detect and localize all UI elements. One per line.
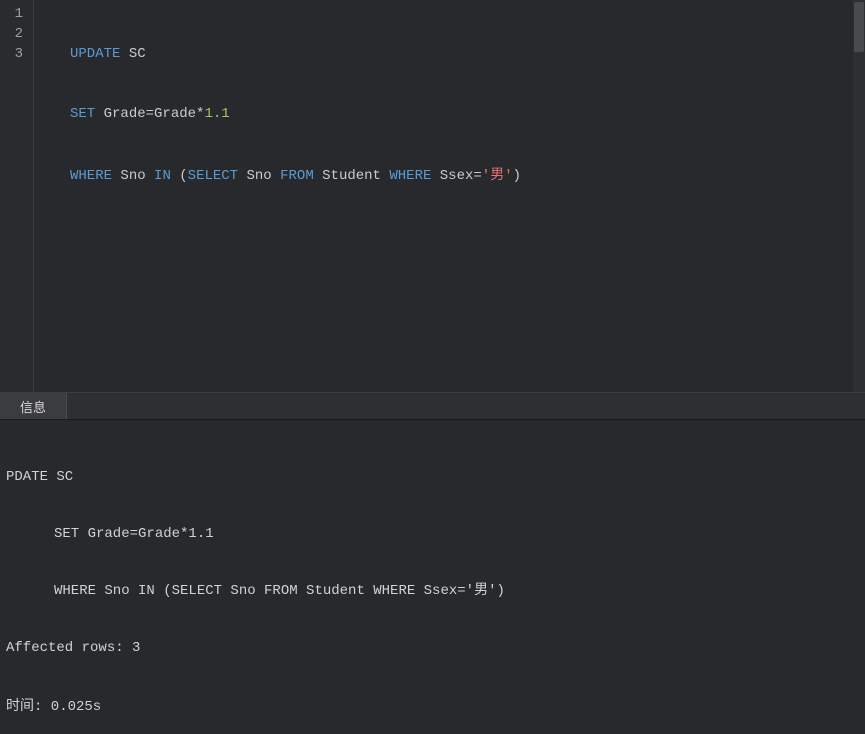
identifier: Sno (247, 168, 272, 184)
tab-messages[interactable]: 信息 (0, 393, 67, 419)
keyword-set: SET (70, 106, 95, 122)
line-number: 1 (0, 4, 23, 24)
output-time-label: 时间 (6, 697, 34, 713)
number-literal: 1.1 (204, 106, 229, 122)
tab-label: 信息 (20, 397, 46, 416)
paren-close: ) (513, 168, 521, 184)
string-quote: ' (482, 168, 490, 184)
identifier: SC (129, 46, 146, 62)
string-literal: 男 (490, 166, 504, 182)
output-messages-pane[interactable]: PDATE SC SET Grade=Grade*1.1 WHERE Sno I… (0, 420, 865, 562)
keyword-update: UPDATE (70, 46, 120, 62)
output-line: SET Grade=Grade*1.1 (6, 525, 859, 544)
line-number: 2 (0, 24, 23, 44)
expression: Ssex= (440, 168, 482, 184)
keyword-select: SELECT (188, 168, 238, 184)
output-line: PDATE SC (6, 468, 859, 487)
identifier: Student (322, 168, 381, 184)
line-number-gutter: 1 2 3 (0, 0, 34, 392)
code-editor-pane[interactable]: 1 2 3 UPDATE SC SET Grade=Grade*1.1 WHER… (0, 0, 865, 392)
line-number: 3 (0, 44, 23, 64)
keyword-from: FROM (280, 168, 314, 184)
keyword-where: WHERE (70, 168, 112, 184)
keyword-in: IN (154, 168, 171, 184)
editor-vertical-scrollbar[interactable] (853, 0, 865, 392)
keyword-where: WHERE (389, 168, 431, 184)
expression: Grade=Grade* (104, 106, 205, 122)
output-tab-bar: 信息 (0, 392, 865, 420)
code-line: SET Grade=Grade*1.1 (70, 104, 865, 124)
identifier: Sno (120, 168, 145, 184)
string-quote: ' (504, 168, 512, 184)
output-affected-rows: Affected rows: 3 (6, 639, 859, 658)
output-time-value: : 0.025s (34, 699, 101, 715)
output-elapsed-time: 时间: 0.025s (6, 696, 859, 715)
paren-open: ( (179, 168, 187, 184)
output-line: WHERE Sno IN (SELECT Sno FROM Student WH… (6, 582, 859, 601)
code-line: WHERE Sno IN (SELECT Sno FROM Student WH… (70, 164, 865, 184)
code-text-area[interactable]: UPDATE SC SET Grade=Grade*1.1 WHERE Sno … (34, 0, 865, 392)
code-line: UPDATE SC (70, 44, 865, 64)
scrollbar-thumb[interactable] (854, 2, 864, 52)
